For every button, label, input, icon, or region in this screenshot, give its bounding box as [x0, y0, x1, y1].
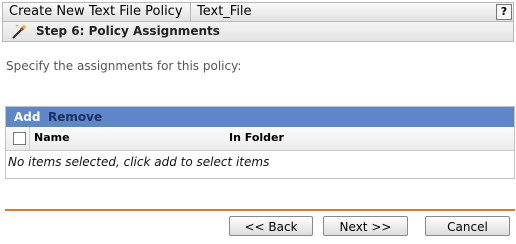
wizard-title: Create New Text File Policy	[3, 3, 191, 21]
assignments-toolbar: Add Remove	[6, 107, 514, 127]
step-title: Step 6: Policy Assignments	[36, 24, 220, 38]
select-all-checkbox[interactable]	[13, 132, 26, 145]
column-divider	[29, 127, 30, 150]
column-header-in-folder[interactable]: In Folder	[229, 131, 284, 144]
footer-divider	[5, 209, 515, 211]
remove-button[interactable]: Remove	[48, 109, 102, 125]
next-button[interactable]: Next >>	[323, 216, 408, 236]
back-button[interactable]: << Back	[229, 216, 313, 236]
instructions-text: Specify the assignments for this policy:	[6, 59, 242, 73]
assignments-table: Add Remove Name In Folder No items selec…	[5, 106, 515, 179]
cancel-button[interactable]: Cancel	[425, 216, 510, 236]
empty-message: No items selected, click add to select i…	[8, 155, 270, 169]
wand-icon	[12, 24, 27, 39]
policy-name: Text_File	[197, 4, 252, 19]
add-button[interactable]: Add	[14, 109, 40, 125]
wizard-title-bar: Create New Text File Policy Text_File ?	[2, 2, 514, 22]
table-header: Name In Folder	[6, 127, 514, 151]
column-header-name[interactable]: Name	[34, 131, 70, 144]
step-header: Step 6: Policy Assignments	[2, 22, 514, 42]
help-button[interactable]: ?	[496, 4, 512, 20]
